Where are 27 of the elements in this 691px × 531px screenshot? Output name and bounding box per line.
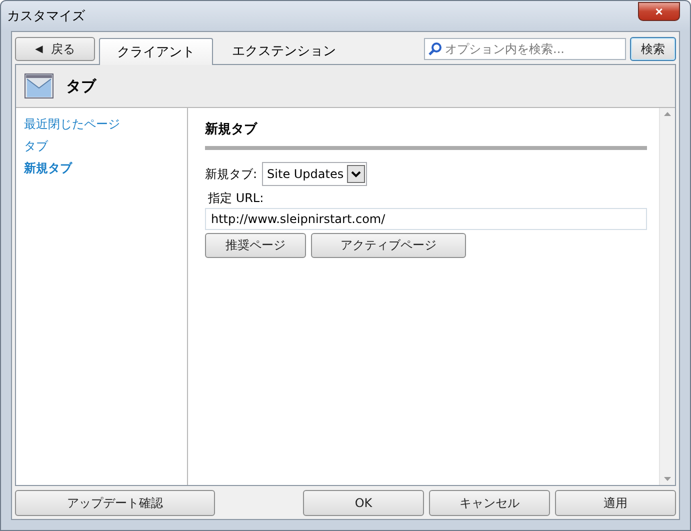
sidebar-item[interactable]: 最近閉じたページ [24, 116, 120, 133]
window-title: カスタマイズ [7, 8, 85, 25]
scroll-down-icon[interactable] [664, 477, 671, 481]
back-button[interactable]: ◀ 戻る [15, 37, 95, 61]
url-label: 指定 URL: [208, 190, 265, 207]
section-title: 新規タブ [205, 120, 647, 150]
sidebar-item[interactable]: 新規タブ [24, 160, 72, 177]
page-button[interactable]: 推奨ページ [205, 233, 306, 258]
header-title: タブ [66, 76, 96, 96]
chevron-down-icon [350, 170, 361, 178]
url-field[interactable]: http://www.sleipnirstart.com/ [205, 208, 647, 230]
dialog-button[interactable]: OK [303, 490, 424, 516]
close-button[interactable]: × [638, 2, 680, 20]
dialog-button[interactable]: 適用 [555, 490, 676, 516]
scroll-up-icon[interactable] [664, 112, 671, 116]
page-button[interactable]: アクティブページ [311, 233, 466, 258]
dialog-button[interactable]: キャンセル [429, 490, 550, 516]
update-check-button[interactable]: アップデート確認 [15, 490, 215, 516]
tab-page-icon [24, 73, 54, 99]
search-icon [428, 42, 442, 56]
tab[interactable]: クライアント [99, 38, 213, 65]
dropdown-label: 新規タブ: [205, 166, 258, 182]
search-field[interactable]: オプション内を検索... [424, 38, 626, 60]
tab[interactable]: エクステンション [217, 37, 351, 64]
sidebar-item[interactable]: タブ [24, 138, 48, 155]
new-tab-dropdown[interactable]: Site Updates [262, 162, 367, 186]
search-button[interactable]: 検索 [630, 37, 676, 61]
